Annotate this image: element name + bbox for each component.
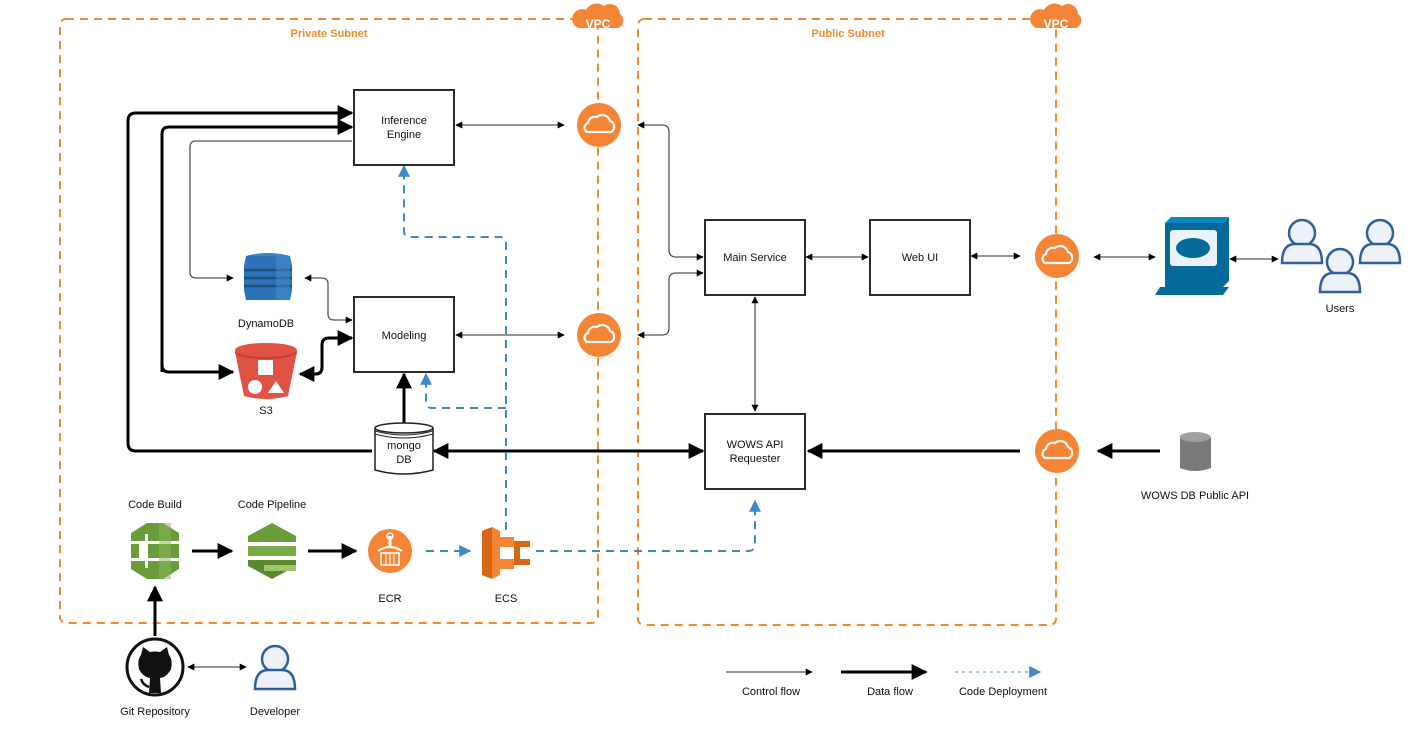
- internet-gateway-icon[interactable]: [575, 101, 623, 149]
- public-subnet-title: Public Subnet: [811, 28, 885, 40]
- s3-bucket-icon: [235, 343, 297, 399]
- internet-gateway-icon[interactable]: [575, 311, 623, 359]
- legend-control-flow-label: Control flow: [742, 686, 800, 698]
- users-group-icon: [1280, 218, 1402, 294]
- wows-api-requester-box[interactable]: WOWS API Requester: [704, 413, 806, 490]
- vpc-badge-label: VPC: [586, 17, 611, 31]
- mongodb-label-1: mongo: [387, 440, 421, 452]
- private-subnet-title: Private Subnet: [290, 28, 367, 40]
- ecs-node[interactable]: ECS: [482, 527, 530, 605]
- inference-engine-box[interactable]: Inference Engine: [353, 89, 455, 166]
- vpc-badge-label: VPC: [1044, 17, 1069, 31]
- git-repository-node[interactable]: Git Repository: [120, 637, 190, 718]
- ecr-icon: [368, 529, 412, 573]
- architecture-diagram: Private Subnet VPC Public Subnet VPC Inf…: [59, 3, 1402, 718]
- dynamodb-label: DynamoDB: [238, 318, 294, 330]
- dynamodb-node[interactable]: DynamoDB: [238, 253, 294, 330]
- ecs-label: ECS: [495, 593, 518, 605]
- modeling-label: Modeling: [382, 330, 427, 342]
- inference-engine-label-1: Inference: [381, 115, 427, 127]
- code-build-label: Code Build: [128, 499, 182, 511]
- developer-node[interactable]: Developer: [250, 644, 300, 718]
- git-repository-label: Git Repository: [120, 706, 190, 718]
- users-label: Users: [1326, 303, 1355, 315]
- legend-code-deployment-label: Code Deployment: [959, 686, 1047, 698]
- internet-gateway-icon[interactable]: [1033, 427, 1081, 475]
- public-subnet: Public Subnet VPC: [637, 3, 1082, 626]
- mongodb-node[interactable]: mongo DB: [374, 422, 434, 475]
- web-ui-box[interactable]: Web UI: [869, 219, 971, 296]
- wows-api-requester-label-2: Requester: [730, 453, 781, 465]
- main-service-box[interactable]: Main Service: [704, 219, 806, 296]
- deploy-flows: [398, 164, 761, 557]
- client-terminal-icon: [1155, 217, 1229, 295]
- ecr-node[interactable]: ECR: [368, 529, 412, 605]
- ecs-icon: [482, 527, 530, 579]
- github-icon: [125, 637, 185, 697]
- inference-engine-label-2: Engine: [387, 129, 421, 141]
- internet-gateway-icon[interactable]: [1033, 232, 1081, 280]
- developer-label: Developer: [250, 706, 300, 718]
- main-service-label: Main Service: [723, 252, 787, 264]
- web-ui-label: Web UI: [902, 252, 938, 264]
- wows-db-public-api-label: WOWS DB Public API: [1141, 490, 1249, 502]
- dynamodb-icon: [244, 253, 292, 300]
- mongodb-label-2: DB: [396, 454, 411, 466]
- wows-db-public-api-node[interactable]: WOWS DB Public API: [1141, 432, 1249, 502]
- ecr-label: ECR: [378, 593, 401, 605]
- s3-label: S3: [259, 405, 272, 417]
- wows-api-requester-label-1: WOWS API: [727, 439, 784, 451]
- modeling-box[interactable]: Modeling: [353, 296, 455, 373]
- code-build-node[interactable]: Code Build: [128, 499, 182, 579]
- s3-node[interactable]: S3: [235, 343, 297, 417]
- code-pipeline-label: Code Pipeline: [238, 499, 307, 511]
- codepipeline-icon: [248, 523, 296, 579]
- code-pipeline-node[interactable]: Code Pipeline: [238, 499, 307, 579]
- client-terminal[interactable]: [1155, 217, 1229, 295]
- legend-data-flow-label: Data flow: [867, 686, 913, 698]
- users-node[interactable]: Users: [1280, 218, 1402, 315]
- database-icon: [1179, 432, 1211, 471]
- control-flows: [187, 121, 1279, 671]
- user-icon: [253, 644, 297, 691]
- codebuild-icon: [131, 523, 179, 579]
- legend: Control flow Data flow Code Deployment: [726, 664, 1047, 698]
